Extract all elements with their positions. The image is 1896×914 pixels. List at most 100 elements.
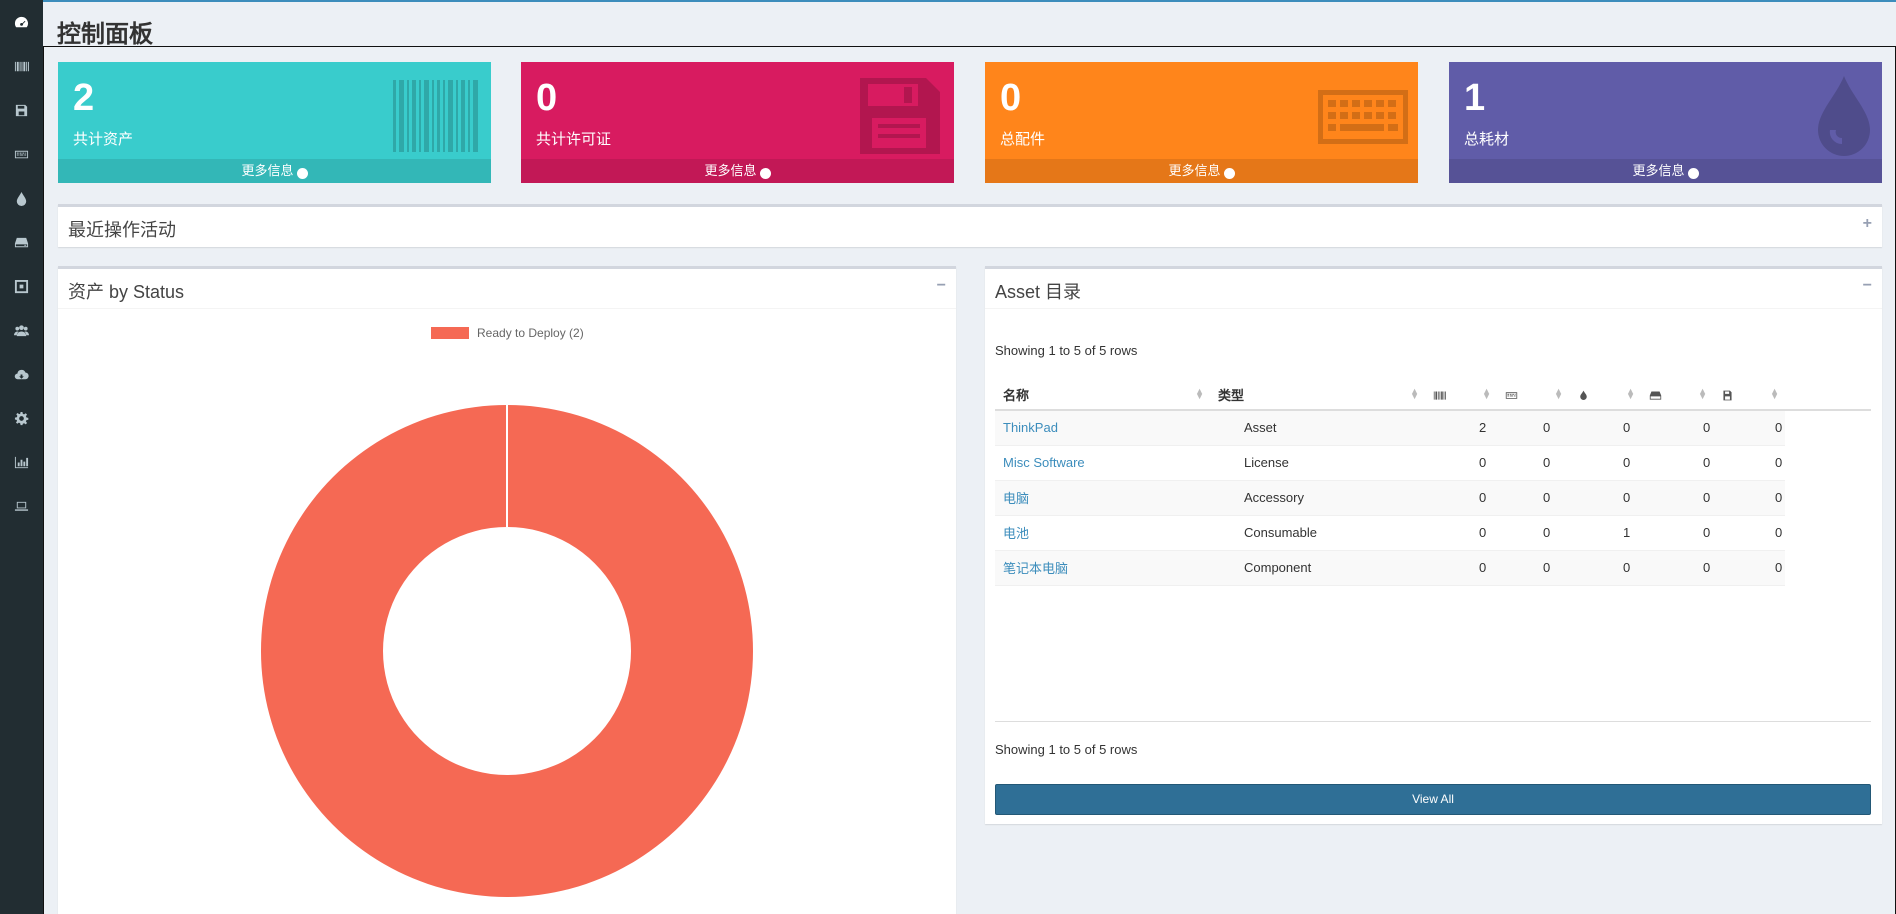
column-header-assets[interactable]: ▲ ▼	[1425, 379, 1497, 411]
box-title: Asset 目录	[995, 282, 1082, 302]
cell-count: 0	[1641, 445, 1713, 481]
column-header-type[interactable]: 类型 ▲ ▼	[1210, 379, 1425, 411]
tile-label: 共计资产	[73, 131, 134, 148]
dashboard-icon	[14, 16, 28, 27]
donut-chart	[260, 405, 753, 897]
cell-type: Accessory	[1210, 480, 1425, 516]
pagination-info: Showing 1 to 5 of 5 rows	[995, 343, 1138, 358]
sidebar-item-consumables[interactable]	[0, 176, 43, 220]
tile-assets: 2 共计资产 更多信息 ›	[58, 62, 491, 183]
cell-count: 0	[1713, 445, 1785, 481]
sidebar-item-components[interactable]	[0, 220, 43, 264]
sidebar-item-import[interactable]	[0, 352, 43, 396]
box-title: 最近操作活动	[68, 220, 176, 240]
cell-type: Asset	[1210, 410, 1425, 446]
sort-icon: ▲ ▼	[1770, 386, 1779, 401]
cell-type: Consumable	[1210, 515, 1425, 551]
more-info-link[interactable]: 更多信息 ›	[1449, 159, 1882, 183]
cell-count: 0	[1713, 410, 1785, 446]
sidebar-item-dashboard[interactable]	[0, 0, 43, 44]
more-info-link[interactable]: 更多信息 ›	[58, 159, 491, 183]
keyboard-icon	[1318, 76, 1408, 156]
sidebar-item-users[interactable]	[0, 308, 43, 352]
table-divider	[995, 721, 1871, 722]
barcode-icon	[14, 61, 29, 71]
hard-drive-icon	[14, 237, 29, 247]
cell-count: 0	[1713, 515, 1785, 551]
tile-accessories: 0 总配件 更多信息 ›	[985, 62, 1418, 183]
asset-link[interactable]: 电脑	[1003, 491, 1029, 506]
bar-chart-icon	[14, 456, 29, 468]
sidebar-item-settings[interactable]	[0, 396, 43, 440]
sidebar-item-predefined-kits[interactable]	[0, 264, 43, 308]
assets-by-status-box: 资产 by Status − Ready to Deploy (2)	[58, 266, 956, 914]
sidebar	[0, 0, 43, 914]
sidebar-item-licenses[interactable]	[0, 88, 43, 132]
tint-icon	[1580, 390, 1587, 400]
sidebar-item-accessories[interactable]	[0, 132, 43, 176]
asset-link[interactable]: 笔记本电脑	[1003, 561, 1068, 576]
cell-name: Misc Software	[995, 445, 1210, 481]
column-header-licenses[interactable]: ▲ ▼	[1713, 379, 1785, 411]
pagination-info: Showing 1 to 5 of 5 rows	[995, 742, 1138, 757]
floppy-disk-icon	[15, 104, 28, 116]
column-header-components[interactable]: ▲ ▼	[1641, 379, 1713, 411]
collapse-button[interactable]: −	[1863, 277, 1872, 295]
barcode-icon	[1433, 391, 1446, 400]
asset-link[interactable]: 电池	[1003, 526, 1029, 541]
arrow-circle-right-icon: ›	[759, 168, 771, 179]
cell-count: 0	[1497, 550, 1569, 586]
asset-catalog-box: Asset 目录 − Showing 1 to 5 of 5 rows 名称 ▲ ▼…	[985, 266, 1882, 824]
tile-licenses: 0 共计许可证 更多信息 ›	[521, 62, 954, 183]
sort-icon: ▲ ▼	[1626, 386, 1635, 401]
floppy-disk-icon	[854, 76, 944, 156]
cell-count: 0	[1497, 445, 1569, 481]
tile-count: 0	[1000, 77, 1022, 119]
cell-count: 0	[1713, 550, 1785, 586]
sidebar-item-requestable[interactable]	[0, 484, 43, 528]
cell-count: 0	[1569, 445, 1641, 481]
column-label: 名称	[1003, 387, 1030, 403]
table-row: 电脑 Accessory 0 0 0 0 0	[995, 480, 1871, 516]
sidebar-item-assets[interactable]	[0, 44, 43, 88]
asset-link[interactable]: Misc Software	[1003, 455, 1085, 470]
sort-icon: ▲ ▼	[1482, 386, 1491, 401]
tile-count: 2	[73, 77, 95, 119]
more-info-link[interactable]: 更多信息 ›	[521, 159, 954, 183]
table-row: 笔记本电脑 Component 0 0 0 0 0	[995, 550, 1871, 586]
asset-link[interactable]: ThinkPad	[1003, 420, 1058, 435]
column-label: 类型	[1218, 387, 1245, 403]
cell-count: 0	[1569, 410, 1641, 446]
table-row: ThinkPad Asset 2 0 0 0 0	[995, 410, 1871, 446]
cell-name: 电脑	[995, 480, 1210, 516]
cell-count: 0	[1425, 445, 1497, 481]
cell-count: 0	[1569, 480, 1641, 516]
cell-count: 0	[1569, 550, 1641, 586]
tile-label: 总耗材	[1464, 131, 1510, 148]
sidebar-item-reports[interactable]	[0, 440, 43, 484]
cell-count: 0	[1641, 550, 1713, 586]
view-all-button[interactable]: View All	[995, 784, 1871, 815]
asset-catalog-table: 名称 ▲ ▼ 类型 ▲ ▼ ▲ ▼ ▲ ▼ ▲ ▼ ▲ ▼ ▲ ▼ ThinkPad Asset …	[995, 379, 1871, 586]
users-icon	[14, 324, 29, 336]
more-info-link[interactable]: 更多信息 ›	[985, 159, 1418, 183]
hard-drive-icon	[1649, 391, 1662, 400]
cell-count: 0	[1713, 480, 1785, 516]
cell-name: 笔记本电脑	[995, 550, 1210, 586]
more-info-label: 更多信息	[1168, 163, 1221, 178]
arrow-circle-right-icon: ›	[296, 168, 308, 179]
page-title: 控制面板	[57, 21, 153, 48]
column-header-accessories[interactable]: ▲ ▼	[1497, 379, 1569, 411]
table-row: 电池 Consumable 0 0 1 0 0	[995, 515, 1871, 551]
tile-consumables: 1 总耗材 更多信息 ›	[1449, 62, 1882, 183]
column-header-consumables[interactable]: ▲ ▼	[1569, 379, 1641, 411]
column-header-name[interactable]: 名称 ▲ ▼	[995, 379, 1210, 411]
cell-count: 0	[1425, 515, 1497, 551]
tile-label: 共计许可证	[536, 131, 612, 148]
cell-count: 0	[1641, 480, 1713, 516]
expand-button[interactable]: +	[1863, 215, 1872, 233]
cell-type: License	[1210, 445, 1425, 481]
cell-count: 1	[1569, 515, 1641, 551]
laptop-icon	[14, 501, 29, 511]
top-accent-line	[0, 0, 1896, 2]
